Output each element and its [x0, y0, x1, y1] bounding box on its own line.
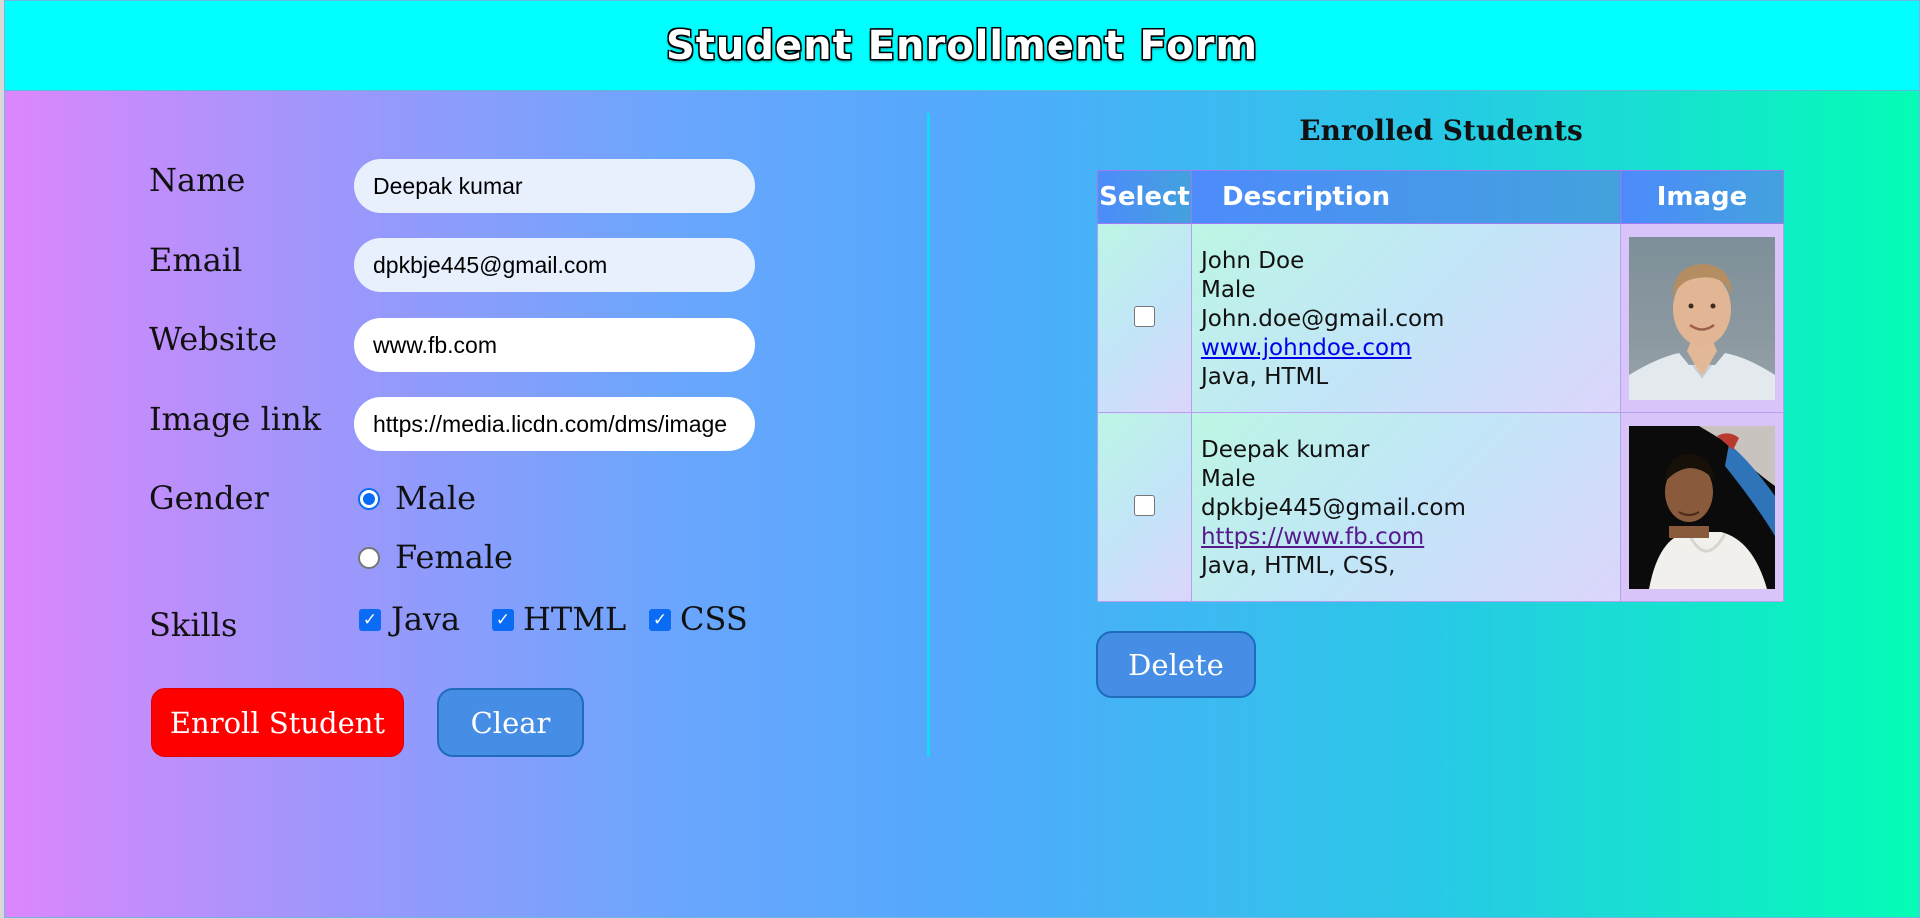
image-link-label: Image link	[149, 400, 322, 438]
section-divider	[927, 113, 930, 757]
website-label: Website	[149, 320, 278, 358]
gender-male-label: Male	[395, 479, 477, 517]
skill-java-label: Java	[391, 600, 461, 638]
name-label: Name	[149, 161, 246, 199]
gender-female-radio[interactable]	[358, 547, 380, 569]
student-name: John Doe	[1200, 247, 1305, 274]
column-header-image: Image	[1620, 170, 1784, 224]
name-input[interactable]	[354, 159, 755, 213]
gender-female-label: Female	[395, 538, 513, 576]
student-website-link[interactable]: https://www.fb.com	[1201, 524, 1424, 550]
student-description: Deepak kumar Male dpkbje445@gmail.com ht…	[1190, 412, 1622, 602]
student-email: dpkbje445@gmail.com	[1200, 494, 1466, 521]
student-skills: Java, HTML	[1200, 363, 1329, 390]
student-name: Deepak kumar	[1200, 436, 1370, 463]
page-header: Student Enrollment Form	[5, 1, 1919, 91]
skill-html-label: HTML	[523, 600, 627, 638]
email-input[interactable]	[354, 238, 755, 292]
gender-label: Gender	[149, 479, 269, 517]
student-photo	[1629, 236, 1775, 400]
image-link-input[interactable]	[354, 397, 755, 451]
clear-button[interactable]: Clear	[437, 688, 584, 757]
gender-male-radio[interactable]	[358, 488, 380, 510]
email-label: Email	[149, 241, 243, 279]
skill-css-label: CSS	[680, 600, 748, 638]
enroll-student-button[interactable]: Enroll Student	[151, 688, 404, 757]
enrolled-students-title: Enrolled Students	[1299, 114, 1583, 147]
skill-java-checkbox[interactable]: ✓	[359, 609, 381, 631]
student-gender: Male	[1200, 276, 1256, 303]
student-description: John Doe Male John.doe@gmail.com www.joh…	[1190, 223, 1622, 413]
skill-css-checkbox[interactable]: ✓	[649, 609, 671, 631]
student-website-link[interactable]: www.johndoe.com	[1201, 335, 1412, 361]
row-select-checkbox[interactable]	[1133, 305, 1155, 327]
student-email: John.doe@gmail.com	[1200, 305, 1445, 332]
page-background: Student Enrollment Form Name Email Websi…	[4, 0, 1920, 918]
delete-button[interactable]: Delete	[1096, 631, 1256, 698]
page-title: Student Enrollment Form	[665, 22, 1259, 69]
student-gender: Male	[1200, 465, 1256, 492]
column-header-select: Select	[1097, 170, 1192, 224]
website-input[interactable]	[354, 318, 755, 372]
skills-label: Skills	[149, 606, 238, 644]
table-header-row: Select Description Image	[1097, 170, 1784, 224]
enrolled-students-table: Select Description Image John Doe Male J…	[1097, 170, 1784, 602]
skill-html-checkbox[interactable]: ✓	[492, 609, 514, 631]
student-photo	[1629, 425, 1775, 589]
table-row: John Doe Male John.doe@gmail.com www.joh…	[1097, 223, 1784, 413]
table-row: Deepak kumar Male dpkbje445@gmail.com ht…	[1097, 412, 1784, 602]
column-header-description: Description	[1190, 170, 1622, 224]
student-skills: Java, HTML, CSS,	[1200, 552, 1396, 579]
row-select-checkbox[interactable]	[1133, 494, 1155, 516]
